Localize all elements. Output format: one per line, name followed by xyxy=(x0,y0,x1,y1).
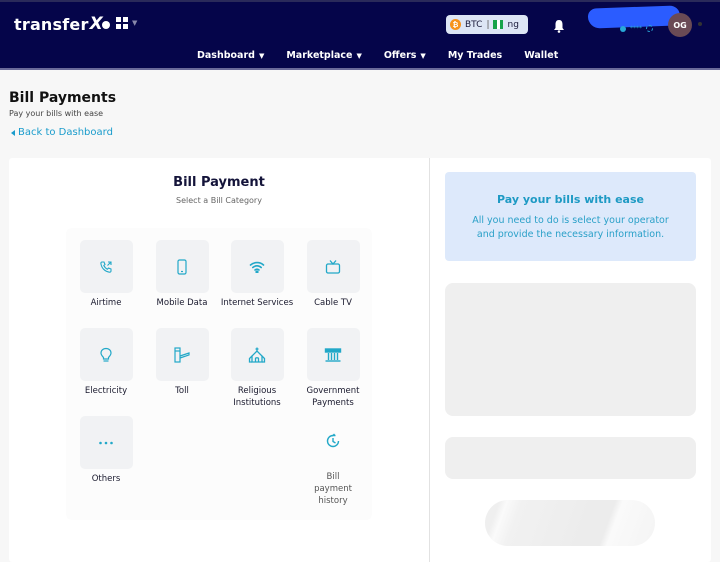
category-religious-institutions[interactable]: Religious Institutions xyxy=(219,328,295,409)
phone-call-icon xyxy=(99,260,113,274)
category-electricity-button[interactable] xyxy=(79,328,133,381)
history-clock-icon xyxy=(325,433,341,449)
chevron-down-icon: ▼ xyxy=(132,19,138,27)
back-arrow-icon xyxy=(11,129,15,136)
brand-name: transfer xyxy=(14,14,89,34)
category-label: Mobile Data xyxy=(156,298,208,308)
toll-gate-icon xyxy=(173,346,191,363)
nav-my-trades[interactable]: My Trades xyxy=(448,50,502,61)
loading-skeleton-bar xyxy=(445,437,696,479)
nav-offers[interactable]: Offers ▼ xyxy=(384,50,426,61)
nav-label: Marketplace xyxy=(286,50,353,61)
info-banner: Pay your bills with ease All you need to… xyxy=(445,172,696,261)
category-label: Toll xyxy=(175,386,189,396)
top-navbar: transfer X ▼ ₿ BTC | ng **** OG Dashboard… xyxy=(0,0,720,70)
apps-menu-button[interactable]: ▼ xyxy=(116,17,137,29)
avatar-dropdown-icon[interactable] xyxy=(698,22,702,26)
category-cable-tv[interactable]: Cable TV xyxy=(295,240,371,309)
nigeria-flag-icon xyxy=(493,20,504,29)
currency-selector[interactable]: ₿ BTC | ng xyxy=(446,15,528,34)
category-internet-button[interactable] xyxy=(230,240,284,293)
chevron-down-icon: ▼ xyxy=(258,51,265,60)
category-label: Airtime xyxy=(90,298,122,308)
more-dots-icon xyxy=(98,441,114,445)
bill-payment-subtitle: Select a Bill Category xyxy=(176,196,262,205)
coin-label: BTC xyxy=(465,19,483,30)
category-airtime-button[interactable] xyxy=(79,240,133,293)
category-internet-services[interactable]: Internet Services xyxy=(219,240,295,309)
masked-balance: **** xyxy=(630,25,642,32)
user-avatar[interactable]: OG xyxy=(668,13,692,37)
refresh-icon[interactable] xyxy=(646,25,653,32)
separator: | xyxy=(486,19,490,30)
category-label: Cable TV xyxy=(314,298,352,308)
church-icon xyxy=(248,347,266,363)
wifi-icon xyxy=(249,261,265,273)
bill-payment-title: Bill Payment xyxy=(173,175,265,190)
brand-dot-icon xyxy=(101,21,110,29)
page-subtitle: Pay your bills with ease xyxy=(9,109,104,118)
nav-wallet[interactable]: Wallet xyxy=(524,50,558,61)
chevron-down-icon: ▼ xyxy=(420,51,426,60)
category-cable-tv-button[interactable] xyxy=(306,240,360,293)
nav-dashboard[interactable]: Dashboard ▼ xyxy=(197,50,264,61)
main-nav: Dashboard ▼ Marketplace ▼ Offers ▼ My Trade… xyxy=(197,50,558,61)
government-building-icon xyxy=(324,347,342,363)
category-electricity[interactable]: Electricity xyxy=(68,328,144,397)
category-label: Others xyxy=(91,474,121,484)
info-text: All you need to do is select your operat… xyxy=(472,215,669,240)
category-toll[interactable]: Toll xyxy=(144,328,220,397)
info-title: Pay your bills with ease xyxy=(497,193,644,206)
category-mobile-data[interactable]: Mobile Data xyxy=(144,240,220,309)
category-airtime[interactable]: Airtime xyxy=(68,240,144,309)
brand-x: X xyxy=(89,14,103,34)
page-title: Bill Payments xyxy=(9,90,117,106)
column-divider xyxy=(429,158,430,562)
history-label: Bill payment history xyxy=(314,472,352,506)
country-code: ng xyxy=(507,19,519,30)
category-label: Government Payments xyxy=(306,386,360,408)
nav-label: Dashboard xyxy=(197,50,255,61)
category-mobile-data-button[interactable] xyxy=(155,240,209,293)
category-government-button[interactable] xyxy=(306,328,360,381)
loading-skeleton-panel xyxy=(445,283,696,416)
nav-label: My Trades xyxy=(447,50,503,61)
category-religious-button[interactable] xyxy=(230,328,284,381)
category-others-button[interactable] xyxy=(79,416,133,469)
category-label: Religious Institutions xyxy=(233,386,281,408)
balance-status: **** xyxy=(620,25,653,32)
category-toll-button[interactable] xyxy=(155,328,209,381)
category-label: Electricity xyxy=(84,386,128,396)
loading-skeleton-button xyxy=(485,500,655,546)
category-label: Internet Services xyxy=(220,298,294,308)
tv-icon xyxy=(325,259,341,274)
nav-label: Offers xyxy=(383,50,417,61)
history-button[interactable] xyxy=(307,414,360,467)
category-others[interactable]: Others xyxy=(68,416,144,485)
bitcoin-icon: ₿ xyxy=(450,19,461,30)
back-to-dashboard-link[interactable]: Back to Dashboard xyxy=(11,127,113,138)
chevron-down-icon: ▼ xyxy=(356,51,362,60)
category-government-payments[interactable]: Government Payments xyxy=(295,328,371,409)
brand-logo[interactable]: transfer X xyxy=(14,14,110,34)
nav-marketplace[interactable]: Marketplace ▼ xyxy=(286,50,362,61)
nav-label: Wallet xyxy=(524,50,559,61)
mobile-phone-icon xyxy=(176,258,188,275)
back-link-label: Back to Dashboard xyxy=(18,127,113,138)
eye-icon[interactable] xyxy=(620,25,626,32)
bill-payment-history-link[interactable]: Bill payment history xyxy=(295,414,371,507)
notification-bell-icon[interactable] xyxy=(553,18,565,33)
apps-grid-icon xyxy=(116,17,128,29)
lightbulb-icon xyxy=(99,347,113,363)
